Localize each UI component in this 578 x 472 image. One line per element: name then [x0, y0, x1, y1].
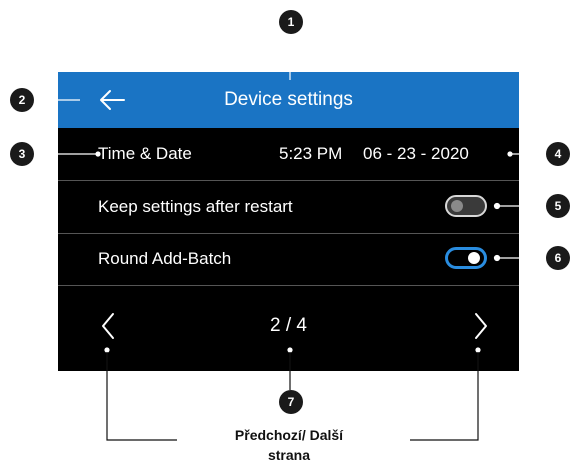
page-title: Device settings — [224, 89, 353, 110]
device-screen: Device settings Time & Date 5:23 PM 06 -… — [58, 72, 519, 371]
page-indicator: 2 / 4 — [270, 315, 307, 336]
callout-6: 6 — [546, 246, 570, 270]
caption-line-1: Předchozí/ Další — [234, 427, 344, 443]
time-value: 5:23 PM — [279, 144, 343, 163]
round-add-batch-row: Round Add-Batch — [58, 233, 519, 286]
caption-line-2: strana — [267, 447, 311, 463]
round-add-batch-toggle[interactable] — [445, 247, 487, 269]
pager: 2 / 4 — [58, 284, 519, 371]
toggle-knob — [451, 200, 463, 212]
header-bar: Device settings — [58, 72, 519, 128]
callout-2: 2 — [10, 88, 34, 112]
keep-settings-label: Keep settings after restart — [98, 197, 293, 216]
toggle-knob — [468, 252, 480, 264]
callout-7: 7 — [279, 390, 303, 414]
chevron-right-icon[interactable] — [473, 312, 489, 340]
time-date-label: Time & Date — [98, 144, 192, 163]
callout-3: 3 — [10, 142, 34, 166]
callout-5: 5 — [546, 194, 570, 218]
date-value: 06 - 23 - 2020 — [363, 144, 469, 163]
round-add-batch-label: Round Add-Batch — [98, 249, 232, 268]
callout-1: 1 — [279, 10, 303, 34]
keep-settings-toggle[interactable] — [445, 195, 487, 217]
callout-4: 4 — [546, 142, 570, 166]
time-date-row[interactable]: Time & Date 5:23 PM 06 - 23 - 2020 — [58, 128, 519, 181]
pager-caption: Předchozí/ Další strana — [189, 425, 389, 465]
keep-settings-row: Keep settings after restart — [58, 181, 519, 234]
